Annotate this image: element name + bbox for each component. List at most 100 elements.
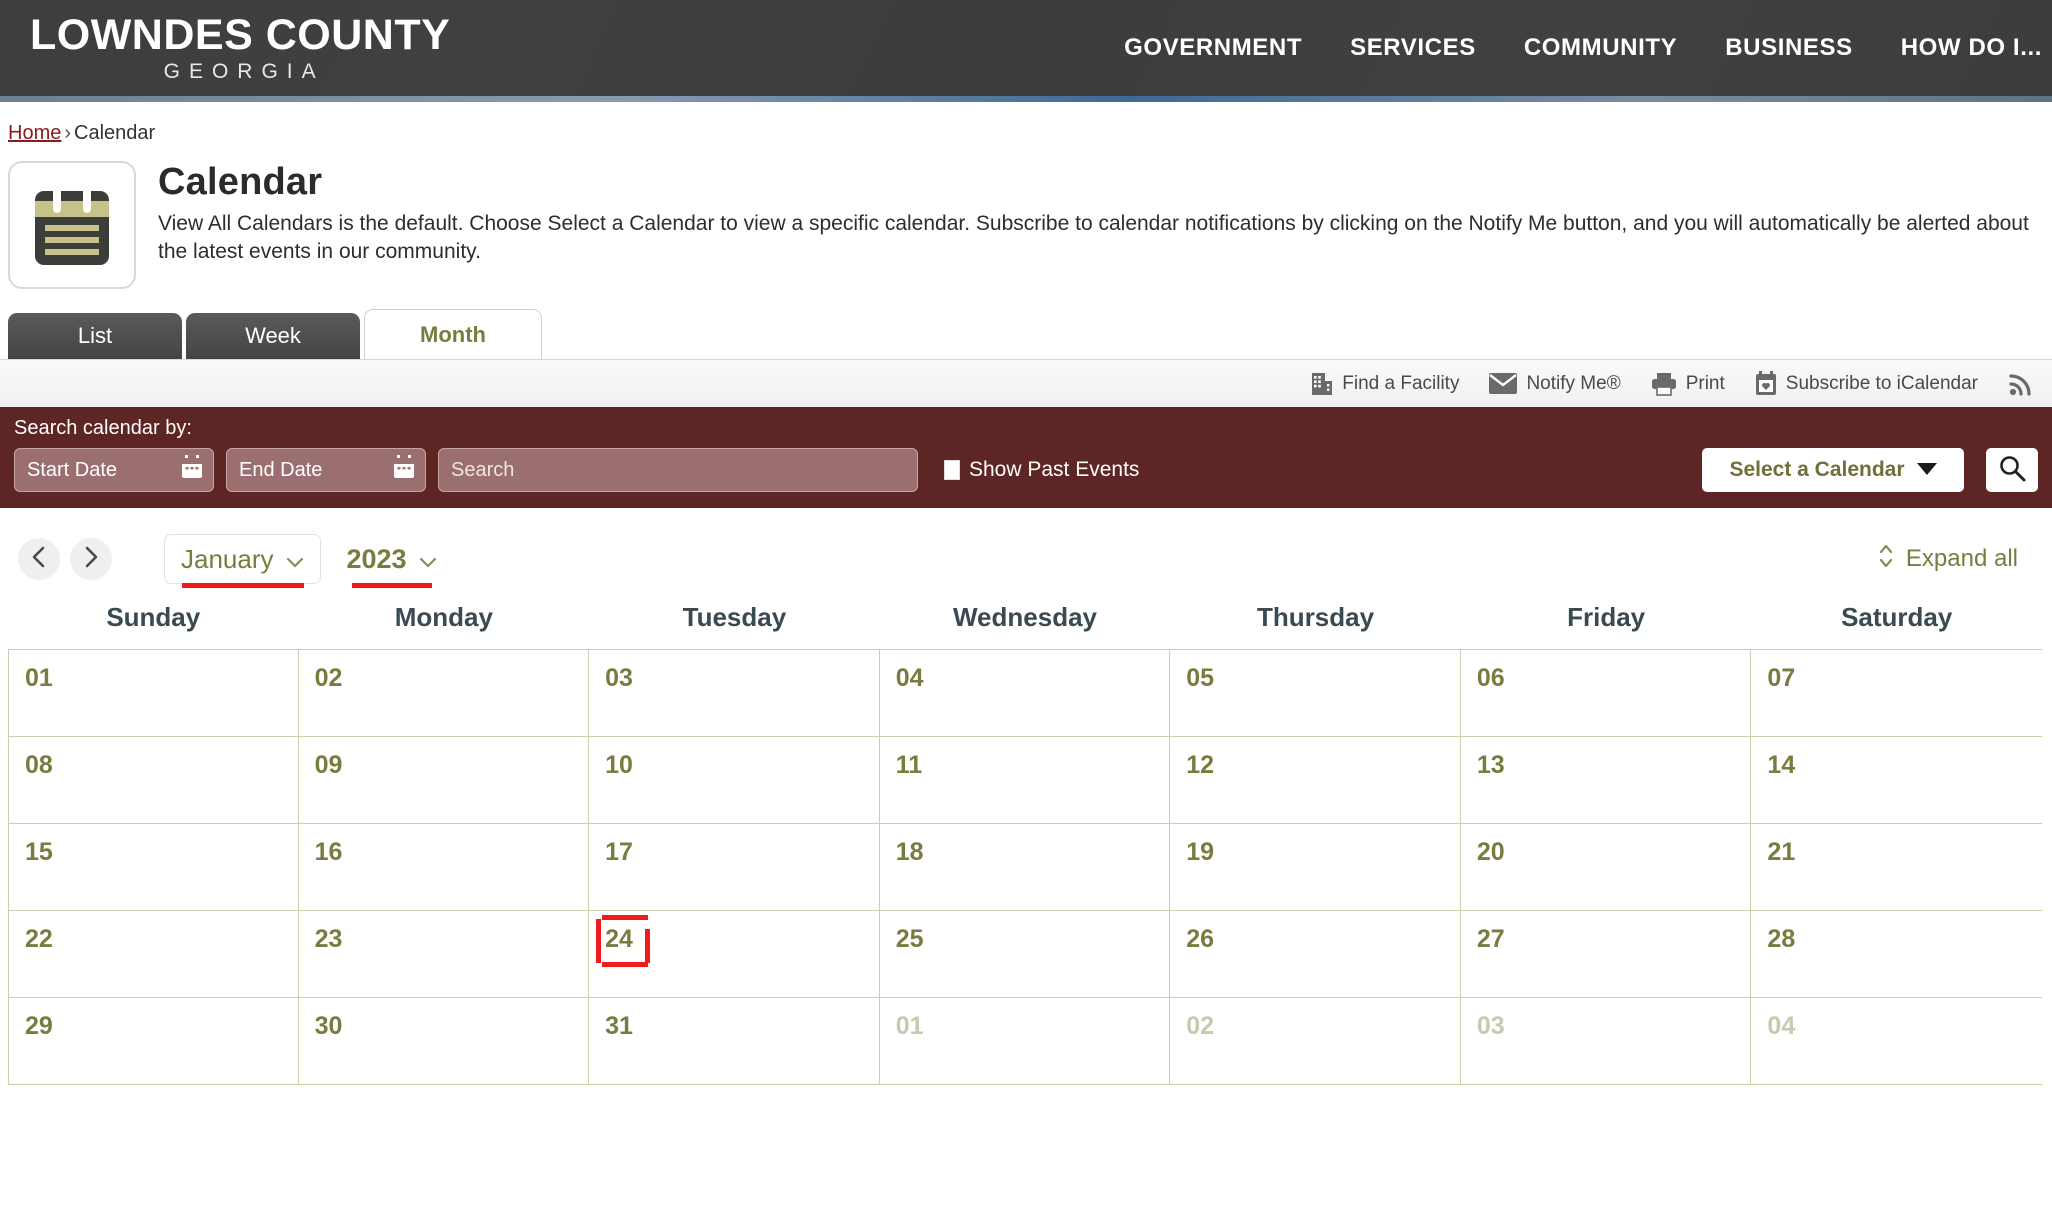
calendar-day-number: 04 [1767, 1012, 1796, 1040]
chevron-right-icon [83, 546, 99, 573]
breadcrumb-current: Calendar [74, 122, 156, 144]
calendar-day-cell[interactable]: 21 [1751, 824, 2042, 911]
calendar-search-bar: Search calendar by: Start Date End Date … [0, 407, 2052, 508]
previous-month-button[interactable] [18, 538, 60, 580]
calendar-day-cell[interactable]: 12 [1170, 737, 1461, 824]
calendar-day-cell[interactable]: 03 [1460, 998, 1752, 1085]
calendar-day-cell[interactable]: 06 [1460, 650, 1752, 737]
annotation-underline-month [182, 583, 304, 588]
tab-month-label: Month [420, 321, 486, 347]
calendar-day-cell-highlighted[interactable]: 24 [589, 911, 880, 998]
calendar-day-cell[interactable]: 09 [298, 737, 590, 824]
calendar-day-number: 01 [25, 664, 53, 692]
calendar-day-cell[interactable]: 04 [879, 650, 1171, 737]
calendar-day-cell[interactable]: 30 [298, 998, 590, 1085]
calendar-day-cell[interactable]: 01 [8, 650, 299, 737]
show-past-events-toggle[interactable]: Show Past Events [944, 458, 1139, 482]
calendar-day-number: 01 [895, 1012, 924, 1040]
subscribe-icalendar-button[interactable]: Subscribe to iCalendar [1755, 371, 1978, 396]
calendar-day-cell[interactable]: 11 [879, 737, 1171, 824]
search-submit-button[interactable] [1986, 448, 2038, 492]
notify-me-button[interactable]: Notify Me® [1489, 373, 1621, 395]
year-dropdown[interactable]: 2023 [347, 544, 437, 575]
weekday-monday: Monday [394, 602, 493, 632]
calendar-grid-container: Sunday Monday Tuesday Wednesday Thursday… [0, 602, 2052, 1085]
calendar-day-cell[interactable]: 29 [8, 998, 299, 1085]
nav-item-government[interactable]: GOVERNMENT [1124, 34, 1302, 62]
print-button[interactable]: Print [1651, 372, 1725, 396]
tab-week[interactable]: Week [186, 313, 360, 359]
calendar-day-cell[interactable]: 17 [589, 824, 880, 911]
calendar-day-cell[interactable]: 07 [1751, 650, 2042, 737]
calendar-day-cell[interactable]: 31 [589, 998, 880, 1085]
show-past-events-checkbox[interactable] [944, 460, 960, 480]
nav-item-how-do-i[interactable]: HOW DO I... [1901, 34, 2052, 62]
calendar-day-number: 27 [1476, 925, 1505, 953]
weekday-sunday: Sunday [106, 602, 201, 632]
search-input-placeholder: Search [451, 458, 515, 481]
weekday-thursday: Thursday [1257, 602, 1375, 632]
calendar-day-cell[interactable]: 08 [8, 737, 299, 824]
expand-all-button[interactable]: Expand all [1878, 543, 2034, 576]
calendar-day-cell[interactable]: 02 [1170, 998, 1461, 1085]
calendar-day-cell[interactable]: 10 [589, 737, 880, 824]
start-date-calendar-icon[interactable] [181, 455, 203, 485]
calendar-day-cell[interactable]: 02 [298, 650, 590, 737]
calendar-day-cell[interactable]: 25 [879, 911, 1171, 998]
rss-feed-button[interactable] [2008, 371, 2034, 397]
calendar-day-number: 21 [1767, 838, 1796, 866]
end-date-input[interactable]: End Date [226, 448, 426, 492]
show-past-events-label: Show Past Events [969, 458, 1140, 481]
nav-item-community[interactable]: COMMUNITY [1524, 34, 1677, 62]
calendar-day-cell[interactable]: 13 [1460, 737, 1752, 824]
search-input[interactable]: Search [438, 448, 918, 492]
calendar-day-cell[interactable]: 23 [298, 911, 590, 998]
calendar-day-cell[interactable]: 28 [1751, 911, 2042, 998]
calendar-day-cell[interactable]: 15 [8, 824, 299, 911]
calendar-day-cell[interactable]: 01 [879, 998, 1171, 1085]
month-dropdown[interactable]: January [164, 534, 321, 584]
next-month-button[interactable] [70, 538, 112, 580]
calendar-day-number: 13 [1476, 751, 1505, 779]
calendar-day-cell[interactable]: 18 [879, 824, 1171, 911]
site-logo[interactable]: LOWNDES COUNTY GEORGIA [0, 14, 450, 83]
search-icon [1998, 454, 2026, 487]
calendar-day-number: 15 [25, 838, 53, 866]
end-date-placeholder: End Date [239, 458, 323, 481]
breadcrumb-home-link[interactable]: Home [8, 122, 61, 144]
calendar-day-cell[interactable]: 22 [8, 911, 299, 998]
calendar-day-cell[interactable]: 27 [1460, 911, 1752, 998]
calendar-day-cell[interactable]: 20 [1460, 824, 1752, 911]
calendar-day-cell[interactable]: 19 [1170, 824, 1461, 911]
calendar-day-cell[interactable]: 04 [1751, 998, 2042, 1085]
nav-item-business[interactable]: BUSINESS [1725, 34, 1853, 62]
tab-list[interactable]: List [8, 313, 182, 359]
end-date-calendar-icon[interactable] [393, 455, 415, 485]
calendar-day-cell[interactable]: 14 [1751, 737, 2042, 824]
calendar-day-cell[interactable]: 16 [298, 824, 590, 911]
calendar-days-grid: 01 02 03 04 05 06 07 08 09 10 11 12 13 14 15 16 17 18 19 20… [8, 649, 2042, 1085]
calendar-day-cell[interactable]: 26 [1170, 911, 1461, 998]
tab-month[interactable]: Month [364, 309, 542, 359]
calendar-action-toolbar: Find a Facility Notify Me® Print Subscri… [0, 359, 2052, 407]
weekday-friday: Friday [1567, 602, 1646, 632]
select-calendar-dropdown[interactable]: Select a Calendar [1702, 448, 1964, 492]
calendar-heart-icon [1755, 371, 1777, 396]
calendar-day-number: 08 [25, 751, 53, 779]
page-description: View All Calendars is the default. Choos… [158, 212, 2029, 264]
calendar-day-cell[interactable]: 03 [589, 650, 880, 737]
breadcrumb-separator: › [64, 122, 72, 144]
expand-collapse-icon [1878, 543, 1894, 576]
year-dropdown-label: 2023 [346, 543, 407, 574]
start-date-input[interactable]: Start Date [14, 448, 214, 492]
calendar-day-number: 30 [314, 1012, 343, 1040]
page-title: Calendar [158, 161, 323, 203]
find-a-facility-button[interactable]: Find a Facility [1311, 371, 1459, 397]
calendar-day-cell[interactable]: 05 [1170, 650, 1461, 737]
logo-secondary-text: GEORGIA [163, 60, 325, 83]
calendar-day-number: 10 [605, 751, 633, 779]
find-a-facility-label: Find a Facility [1342, 372, 1460, 394]
nav-item-services[interactable]: SERVICES [1350, 34, 1476, 62]
rss-icon [2008, 371, 2034, 397]
breadcrumb: Home › Calendar [0, 102, 2052, 145]
